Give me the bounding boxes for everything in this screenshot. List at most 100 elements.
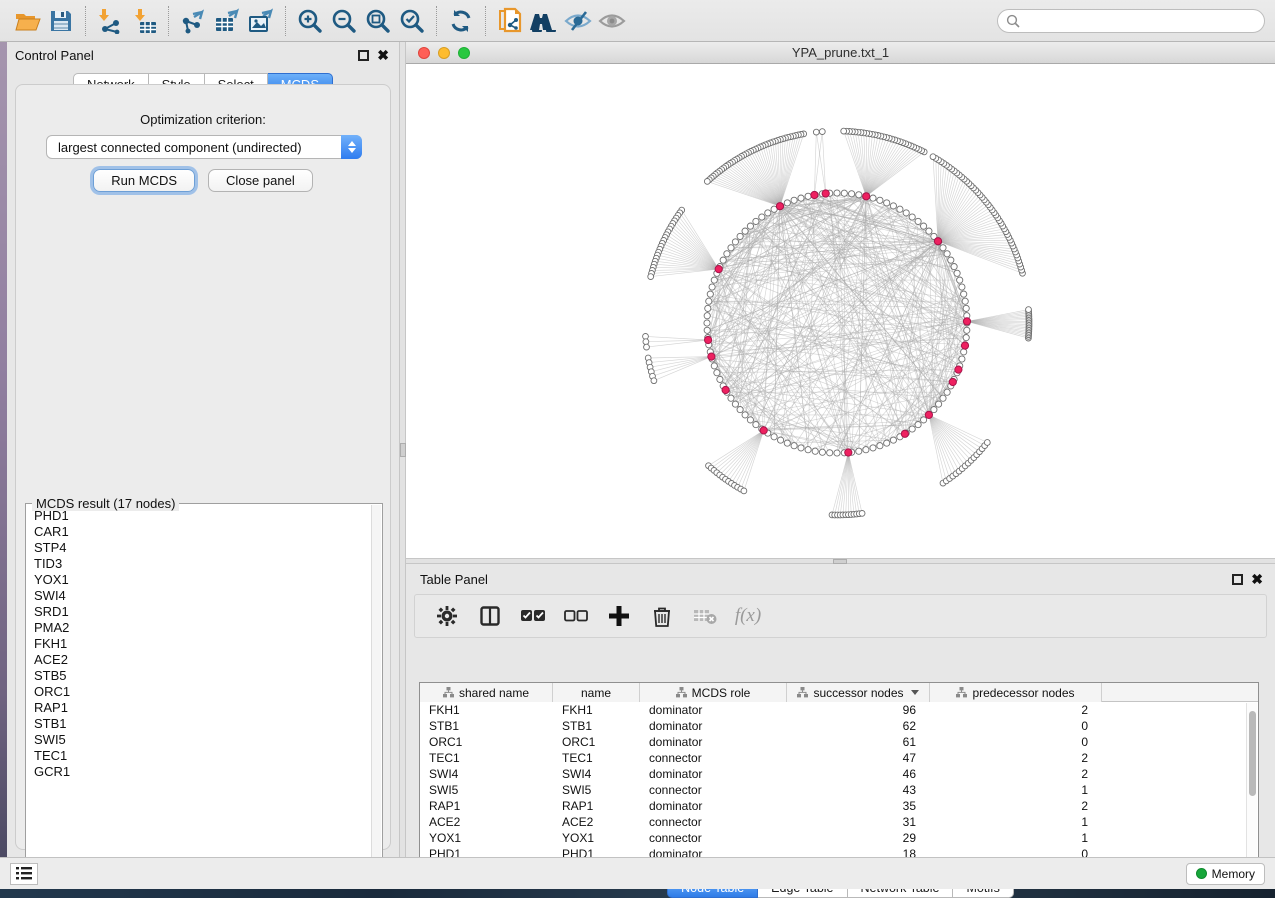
mcds-node[interactable] [715, 266, 722, 273]
graph-node[interactable] [944, 251, 950, 257]
graph-node[interactable] [753, 218, 759, 224]
column-header-shared-name[interactable]: shared name [420, 683, 553, 702]
graph-leaf-node[interactable] [813, 129, 819, 135]
search-input[interactable] [1020, 12, 1256, 30]
graph-node[interactable] [728, 245, 734, 251]
graph-node[interactable] [856, 192, 862, 198]
graph-node[interactable] [890, 437, 896, 443]
graph-node[interactable] [961, 349, 967, 355]
mcds-result-item[interactable]: STP4 [34, 540, 373, 556]
window-close-icon[interactable] [418, 47, 430, 59]
table-settings-icon[interactable] [435, 604, 459, 628]
graph-node[interactable] [963, 335, 969, 341]
graph-node[interactable] [747, 417, 753, 423]
graph-leaf-node[interactable] [651, 378, 657, 384]
delete-row-icon[interactable] [650, 604, 674, 628]
mcds-node[interactable] [845, 449, 852, 456]
graph-node[interactable] [863, 447, 869, 453]
graph-node[interactable] [778, 437, 784, 443]
table-row[interactable]: RAP1RAP1dominator352 [420, 798, 1258, 814]
graph-node[interactable] [834, 450, 840, 456]
graph-node[interactable] [737, 407, 743, 413]
graph-node[interactable] [711, 277, 717, 283]
mcds-node[interactable] [705, 336, 712, 343]
graph-node[interactable] [798, 195, 804, 201]
graph-node[interactable] [940, 245, 946, 251]
zoom-fit-icon[interactable] [361, 4, 395, 38]
graph-node[interactable] [962, 298, 968, 304]
optimization-criterion-select[interactable]: largest connected component (undirected) [46, 135, 362, 159]
float-panel-icon[interactable] [358, 50, 369, 61]
table-row[interactable]: TEC1TEC1connector472 [420, 750, 1258, 766]
graph-leaf-node[interactable] [644, 344, 650, 350]
graph-leaf-node[interactable] [859, 511, 865, 517]
graph-leaf-node[interactable] [819, 129, 825, 135]
graph-node[interactable] [732, 239, 738, 245]
mcds-result-item[interactable]: TEC1 [34, 748, 373, 764]
graph-node[interactable] [704, 320, 710, 326]
mcds-node[interactable] [963, 318, 970, 325]
open-session-icon[interactable] [10, 4, 44, 38]
graph-node[interactable] [961, 291, 967, 297]
graph-node[interactable] [877, 197, 883, 203]
column-header-predecessor-nodes[interactable]: predecessor nodes [930, 683, 1102, 702]
graph-leaf-node[interactable] [648, 274, 654, 280]
mcds-node[interactable] [811, 191, 818, 198]
vertical-split-divider[interactable] [399, 42, 406, 857]
graph-node[interactable] [784, 440, 790, 446]
graph-node[interactable] [706, 298, 712, 304]
graph-node[interactable] [753, 422, 759, 428]
graph-node[interactable] [827, 450, 833, 456]
graph-node[interactable] [728, 395, 734, 401]
mcds-result-item[interactable]: PMA2 [34, 620, 373, 636]
graph-node[interactable] [849, 191, 855, 197]
graph-node[interactable] [959, 356, 965, 362]
graph-node[interactable] [921, 417, 927, 423]
graph-node[interactable] [940, 395, 946, 401]
show-columns-icon[interactable] [478, 604, 502, 628]
graph-node[interactable] [954, 270, 960, 276]
table-row[interactable]: ACE2ACE2connector311 [420, 814, 1258, 830]
mcds-list-scrollbar[interactable] [371, 505, 381, 874]
graph-node[interactable] [812, 448, 818, 454]
graph-node[interactable] [742, 412, 748, 418]
mcds-result-item[interactable]: PHD1 [34, 508, 373, 524]
graph-node[interactable] [856, 448, 862, 454]
graph-leaf-node[interactable] [984, 440, 990, 446]
graph-node[interactable] [717, 376, 723, 382]
graph-node[interactable] [759, 214, 765, 220]
export-network-icon[interactable] [176, 4, 210, 38]
graph-node[interactable] [948, 257, 954, 263]
graph-node[interactable] [705, 305, 711, 311]
zoom-out-icon[interactable] [327, 4, 361, 38]
graph-node[interactable] [890, 203, 896, 209]
mcds-node[interactable] [961, 342, 968, 349]
refresh-layout-icon[interactable] [444, 4, 478, 38]
mcds-result-item[interactable]: SWI5 [34, 732, 373, 748]
table-row[interactable]: ORC1ORC1dominator610 [420, 734, 1258, 750]
graph-leaf-node[interactable] [930, 154, 936, 160]
column-header-successor-nodes[interactable]: successor nodes [787, 683, 930, 702]
table-row[interactable]: YOX1YOX1connector291 [420, 830, 1258, 846]
graph-leaf-node[interactable] [704, 179, 710, 185]
graph-node[interactable] [791, 443, 797, 449]
mcds-result-item[interactable]: TID3 [34, 556, 373, 572]
graph-node[interactable] [805, 193, 811, 199]
mcds-result-item[interactable]: STB1 [34, 716, 373, 732]
mcds-result-item[interactable]: CAR1 [34, 524, 373, 540]
graph-node[interactable] [791, 197, 797, 203]
clear-selection-icon[interactable] [564, 604, 588, 628]
mcds-node[interactable] [708, 353, 715, 360]
mcds-result-item[interactable]: GCR1 [34, 764, 373, 780]
memory-button[interactable]: Memory [1186, 863, 1265, 885]
graph-node[interactable] [909, 214, 915, 220]
graph-node[interactable] [951, 264, 957, 270]
graph-leaf-node[interactable] [741, 488, 747, 494]
mcds-node[interactable] [822, 190, 829, 197]
graph-node[interactable] [926, 228, 932, 234]
graph-node[interactable] [915, 218, 921, 224]
window-minimize-icon[interactable] [438, 47, 450, 59]
graph-node[interactable] [798, 445, 804, 451]
graph-node[interactable] [944, 389, 950, 395]
table-scrollbar-thumb[interactable] [1249, 711, 1256, 796]
